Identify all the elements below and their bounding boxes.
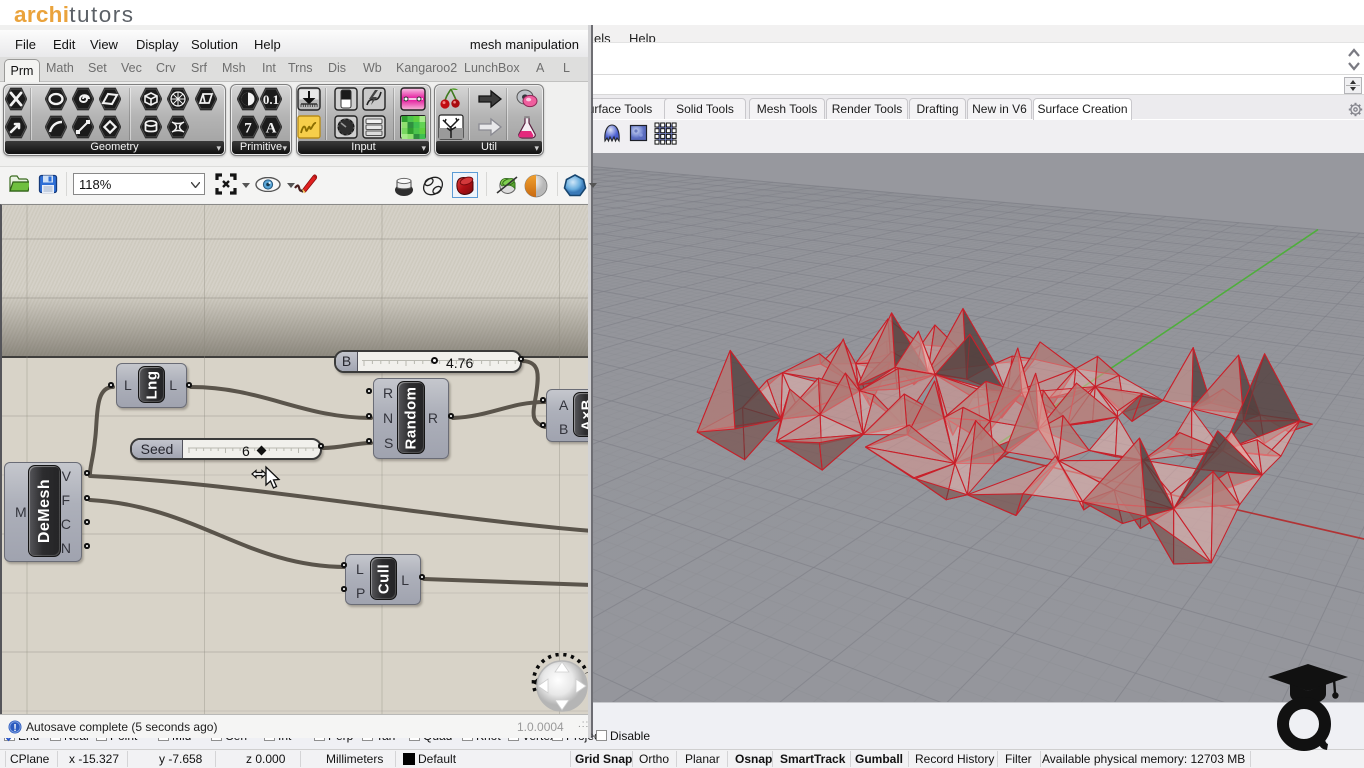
svg-text:!: ! — [13, 723, 16, 734]
svg-text:7: 7 — [244, 121, 252, 137]
svg-text:A: A — [265, 121, 276, 137]
svg-text:0.1: 0.1 — [262, 92, 278, 107]
